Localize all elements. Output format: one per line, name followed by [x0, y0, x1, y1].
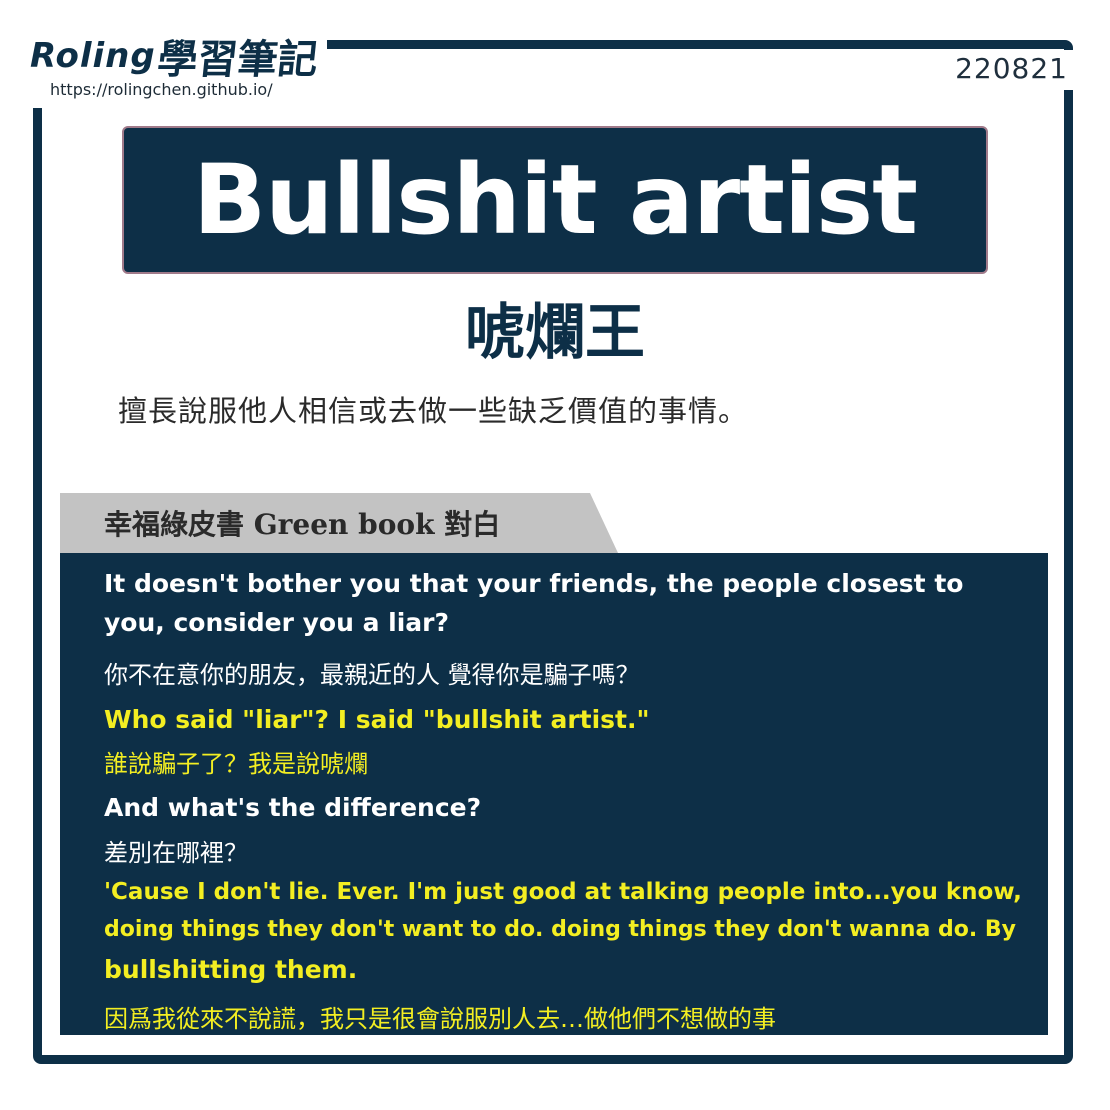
- dialogue-heading: 幸福綠皮書 Green book 對白: [104, 508, 501, 541]
- dialogue-line-3-en: And what's the difference?: [104, 793, 482, 822]
- dialogue-line-2-zh: 誰說騙子了？我是說唬爛: [104, 750, 368, 778]
- logo-latin: Roling: [30, 36, 156, 76]
- logo-cjk: 學習筆記: [154, 36, 320, 83]
- dialogue-line-1-zh: 你不在意你的朋友，最親近的人 覺得你是騙子嗎？: [104, 661, 640, 689]
- dialogue-heading-tab: 幸福綠皮書 Green book 對白: [60, 493, 618, 553]
- brand-logo: Roling 學習筆記: [30, 28, 320, 84]
- dialogue-line-3-zh: 差別在哪裡？: [104, 839, 248, 867]
- post-date: 220821: [955, 52, 1068, 85]
- title-banner: Bullshit artist: [122, 126, 988, 274]
- page-title: Bullshit artist: [193, 144, 918, 256]
- dialogue-line-4-en-b: doing things they don't want to do. doin…: [104, 917, 1016, 942]
- definition-text: 擅長說服他人相信或去做一些缺乏價值的事情。: [118, 394, 749, 428]
- dialogue-line-1-en-b: you, consider you a liar?: [104, 608, 449, 637]
- dialogue-line-1-en-a: It doesn't bother you that your friends,…: [104, 569, 964, 598]
- dialogue-panel: It doesn't bother you that your friends,…: [60, 553, 1048, 1035]
- site-url[interactable]: https://rolingchen.github.io/: [50, 80, 273, 99]
- title-translation: 唬爛王: [465, 298, 645, 368]
- dialogue-line-4-en-c: bullshitting them.: [104, 955, 358, 984]
- dialogue-line-4-en-a: 'Cause I don't lie. Ever. I'm just good …: [104, 879, 1022, 905]
- dialogue-line-4-zh: 因爲我從來不說謊，我只是很會說服別人去…做他們不想做的事: [104, 1005, 776, 1033]
- dialogue-line-2-en: Who said "liar"? I said "bullshit artist…: [104, 705, 650, 734]
